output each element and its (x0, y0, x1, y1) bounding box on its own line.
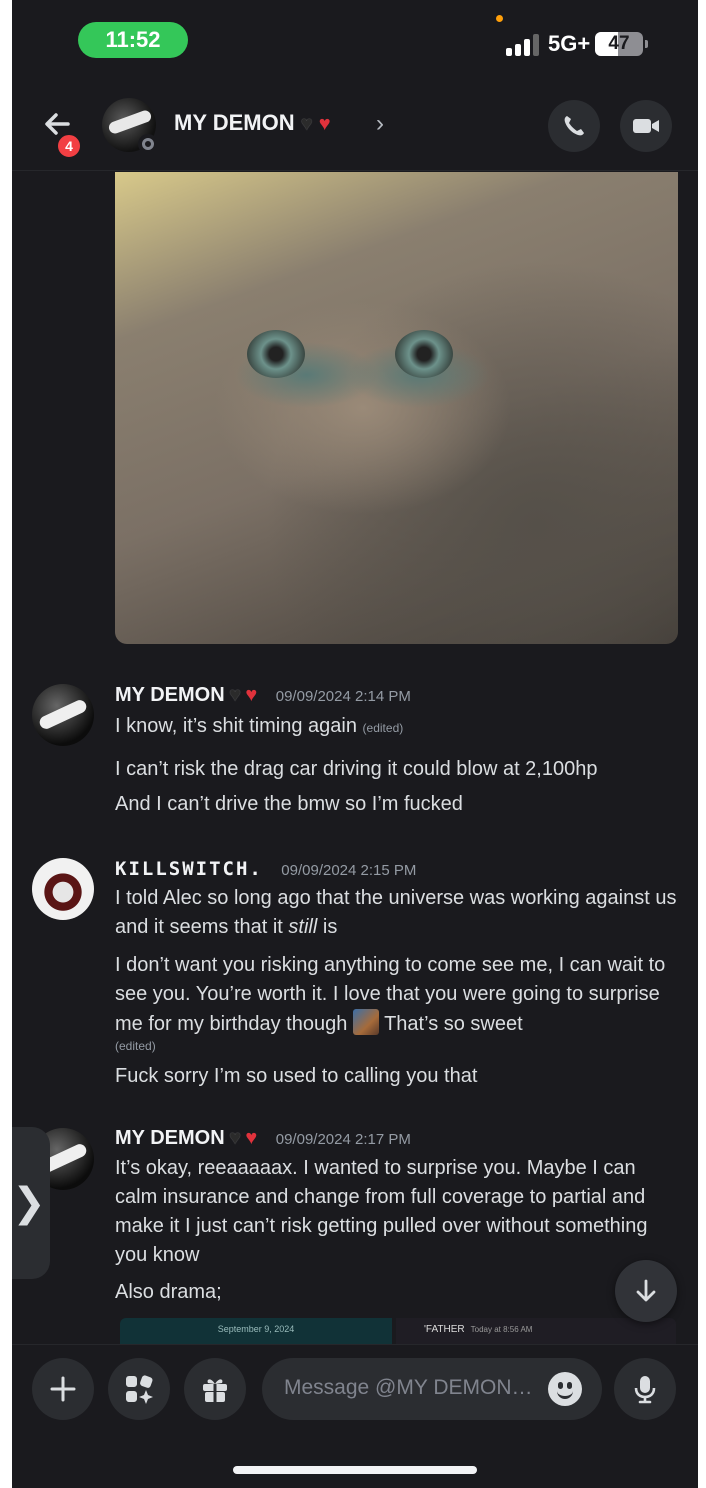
anatomical-heart-icon: ♥ (318, 113, 331, 135)
cellular-signal-icon (506, 34, 542, 56)
embed-author: 'FATHER (424, 1324, 465, 1335)
contact-name[interactable]: MY DEMON ♥ ♥ (174, 110, 331, 136)
apps-sparkle-icon (126, 1375, 153, 1404)
message-text[interactable]: I told Alec so long ago that the univers… (115, 884, 678, 942)
message-text[interactable]: And I can’t drive the bmw so I’m fucked (115, 790, 678, 819)
kitten-eye-left (247, 330, 305, 378)
message-input-placeholder: Message @MY DEMON… (284, 1376, 533, 1399)
timestamp: 09/09/2024 2:17 PM (275, 1131, 411, 1148)
embed-right-panel: 'FATHER Today at 8:56 AM (396, 1318, 676, 1344)
message-text[interactable]: Also drama; (115, 1278, 678, 1307)
avatar[interactable] (32, 684, 94, 746)
unread-badge: 4 (55, 132, 83, 160)
message-header: MY DEMON ♥ ♥ 09/09/2024 2:14 PM (115, 684, 411, 707)
message-header: MY DEMON ♥ ♥ 09/09/2024 2:17 PM (115, 1127, 411, 1150)
header-divider (12, 170, 698, 171)
avatar[interactable] (32, 858, 94, 920)
message-emphasis: still (288, 916, 318, 938)
plus-icon (50, 1376, 76, 1402)
message-text[interactable]: Fuck sorry I’m so used to calling you th… (115, 1062, 678, 1091)
status-time: 11:52 (78, 22, 188, 58)
voice-message-button[interactable] (614, 1358, 676, 1420)
message-line-end: That’s so sweet (378, 1013, 523, 1035)
voice-call-button[interactable] (548, 100, 600, 152)
message-line: I told Alec so long ago that the univers… (115, 887, 677, 938)
custom-emoji-icon (352, 1009, 379, 1035)
gift-icon (203, 1379, 227, 1402)
message-line-end: is (317, 916, 338, 938)
arrow-down-icon (636, 1279, 656, 1302)
timestamp: 09/09/2024 2:14 PM (275, 688, 411, 705)
timestamp: 09/09/2024 2:15 PM (281, 862, 417, 879)
network-type: 5G+ (548, 31, 591, 56)
message-input[interactable]: Message @MY DEMON… (262, 1358, 602, 1420)
channel-drawer-handle[interactable]: ❯ (12, 1127, 50, 1279)
author-name[interactable]: MY DEMON (115, 1127, 225, 1149)
discord-dm-screen: 11:52 5G+ 47 4 MY DEMON ♥ ♥ › MY DEMON ♥ (12, 0, 698, 1488)
message-header: KILLSWITCH. 09/09/2024 2:15 PM (115, 858, 416, 880)
embed-left-panel: September 9, 2024 (120, 1318, 392, 1344)
kitten-eye-right (395, 330, 453, 378)
battery-percent: 47 (608, 33, 630, 54)
message-text[interactable]: I know, it’s shit timing again (edited) (115, 712, 678, 743)
privacy-indicator-dot (496, 15, 503, 22)
jump-to-present-button[interactable] (615, 1260, 677, 1322)
embed-time: Today at 8:56 AM (470, 1325, 533, 1334)
chevron-right-icon[interactable]: › (376, 110, 384, 138)
kitten-image-attachment[interactable] (115, 172, 678, 644)
black-heart-icon: ♥ (229, 1127, 241, 1149)
anatomical-heart-icon: ♥ (245, 684, 258, 706)
author-name[interactable]: KILLSWITCH. (115, 858, 263, 880)
video-camera-icon (633, 119, 659, 133)
edited-label: (edited) (115, 1039, 156, 1053)
message-text[interactable]: I don’t want you risking anything to com… (115, 951, 678, 1053)
message-line: I know, it’s shit timing again (115, 715, 357, 737)
emoji-picker-icon[interactable] (548, 1372, 582, 1406)
author-name[interactable]: MY DEMON (115, 684, 225, 706)
add-attachment-button[interactable] (32, 1358, 94, 1420)
home-indicator[interactable] (233, 1466, 477, 1474)
black-heart-icon: ♥ (300, 113, 313, 135)
edited-label: (edited) (362, 721, 404, 735)
message-text[interactable]: It’s okay, reeaaaaax. I wanted to surpri… (115, 1154, 678, 1270)
image-attachment-preview[interactable]: September 9, 2024 'FATHER Today at 8:56 A… (120, 1318, 676, 1344)
offline-status-icon (138, 134, 158, 154)
video-call-button[interactable] (620, 100, 672, 152)
battery-icon: 47 (595, 32, 643, 56)
message-text[interactable]: I can’t risk the drag car driving it cou… (115, 755, 678, 784)
anatomical-heart-icon: ♥ (245, 1127, 258, 1149)
gift-button[interactable] (184, 1358, 246, 1420)
battery-tip (645, 40, 648, 48)
contact-name-text: MY DEMON (174, 110, 295, 135)
phone-icon (564, 116, 584, 136)
apps-button[interactable] (108, 1358, 170, 1420)
black-heart-icon: ♥ (229, 684, 241, 706)
microphone-icon (634, 1376, 656, 1404)
